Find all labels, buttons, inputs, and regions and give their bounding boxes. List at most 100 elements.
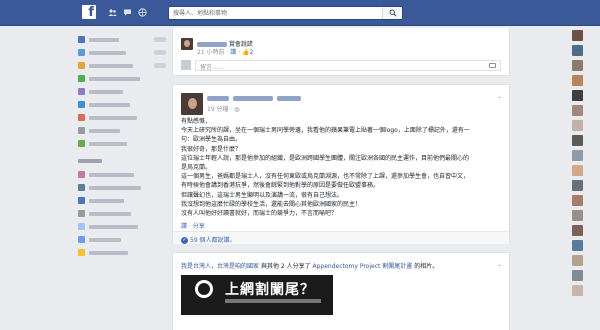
post-line: 這一個男生，爸媽都是瑞士人，沒有任何東歐或烏克蘭淵源，也不常除了上課，還參加學生… <box>181 173 470 181</box>
chevron-down-icon[interactable]: ⌄ <box>497 93 502 100</box>
chat-contact-avatar[interactable] <box>572 45 583 56</box>
sidebar-item-label <box>89 211 131 216</box>
nav-section-heading <box>78 159 102 163</box>
chat-contact-avatar[interactable] <box>572 195 583 206</box>
camera-icon[interactable] <box>489 63 496 68</box>
sidebar-item[interactable] <box>78 208 166 219</box>
comment-like-link[interactable]: 讚 <box>230 49 236 56</box>
sidebar-item-icon <box>78 236 85 243</box>
search-button[interactable] <box>382 7 402 19</box>
chat-contact-avatar[interactable] <box>572 165 583 176</box>
post-line: 這位瑞士年輕人說，那是他參加的組織，是歐洲跨國學生團體，關注歐洲各國的民主運作，… <box>181 154 470 162</box>
chat-contact-avatar[interactable] <box>572 225 583 236</box>
sidebar-item-label <box>89 224 138 229</box>
chat-contact-avatar[interactable] <box>572 210 583 221</box>
search-input[interactable] <box>169 7 379 19</box>
chat-contact-avatar[interactable] <box>572 135 583 146</box>
sidebar-item-label <box>89 115 137 120</box>
chat-contact-avatar[interactable] <box>572 240 583 251</box>
chat-contact-avatar[interactable] <box>572 270 583 281</box>
sidebar-item[interactable] <box>78 86 166 97</box>
sidebar-item[interactable] <box>78 47 166 58</box>
comment-input[interactable]: 留言…… <box>195 60 501 71</box>
sidebar-item-icon <box>78 197 85 204</box>
chat-contact-avatar[interactable] <box>572 60 583 71</box>
sidebar-item-icon <box>78 184 85 191</box>
post-time[interactable]: 19 分鐘 · ◍ <box>207 104 240 113</box>
sidebar-item-icon <box>78 62 85 69</box>
sidebar-item-icon <box>78 88 85 95</box>
shared-image[interactable]: 上網割闌尾？ <box>181 275 333 315</box>
sidebar-item-icon <box>78 210 85 217</box>
comment-card: 賞會說謊 21 小時前 · 讚 · 👍2 留言…… <box>172 28 510 76</box>
post-actions[interactable]: 讚 · 分享 <box>181 221 205 230</box>
facebook-logo[interactable]: f <box>82 5 96 19</box>
sidebar-item-count <box>154 50 166 55</box>
like-icon: ✓ <box>181 237 188 244</box>
shared-post-card: 我是台灣人，台灣是咱的國家 與其他 2 人分享了 Appendectomy Pr… <box>172 252 510 330</box>
search-icon <box>389 9 397 17</box>
sidebar-item-label <box>89 50 126 55</box>
sidebar-item-icon <box>78 223 85 230</box>
chat-contact-avatar[interactable] <box>572 150 583 161</box>
sidebar-item-icon <box>78 75 85 82</box>
post-line: 我很好奇，那是什麼？ <box>181 145 242 153</box>
sidebar-item-label <box>89 250 128 255</box>
poster-name[interactable] <box>207 95 301 102</box>
post-line: 有時候他會講到香港抗爭，然後會餘緊到他對學的原因是要做任歐盟事務。 <box>181 182 380 190</box>
sidebar-item-label <box>89 198 124 203</box>
sidebar-item[interactable] <box>78 138 166 149</box>
sidebar-item-label <box>89 76 140 81</box>
poster-avatar[interactable] <box>181 93 203 115</box>
my-avatar <box>181 60 191 70</box>
globe-icon: ◍ <box>234 106 240 113</box>
sidebar-item[interactable] <box>78 195 166 206</box>
sidebar-item[interactable] <box>78 34 166 45</box>
chat-contact-avatar[interactable] <box>572 120 583 131</box>
sidebar-item-icon <box>78 249 85 256</box>
post-line: 句：歐洲學生為自由。 <box>181 136 242 144</box>
sidebar-item[interactable] <box>78 73 166 84</box>
sidebar-item[interactable] <box>78 247 166 258</box>
sidebar-item-label <box>89 102 130 107</box>
sidebar-item-icon <box>78 49 85 56</box>
reply-row: 留言…… <box>181 60 501 71</box>
friends-icon[interactable] <box>108 8 117 17</box>
sidebar-item[interactable] <box>78 112 166 123</box>
chat-contact-avatar[interactable] <box>572 285 583 296</box>
sidebar-item-icon <box>78 114 85 121</box>
post-line: 今天上研究所的課，坐在一個瑞士男同學旁邊，我看他的蘋果筆電上貼著一個logo，上… <box>181 127 470 135</box>
chat-contact-avatar[interactable] <box>572 180 583 191</box>
sidebar-item-icon <box>78 171 85 178</box>
share-header: 我是台灣人，台灣是咱的國家 與其他 2 人分享了 Appendectomy Pr… <box>181 263 439 270</box>
sidebar-item[interactable] <box>78 60 166 71</box>
sidebar-item-label <box>89 63 133 68</box>
messages-icon[interactable] <box>123 8 132 17</box>
sharer-link[interactable]: 我是台灣人，台灣是咱的國家 <box>181 263 259 270</box>
chat-contact-avatar[interactable] <box>572 75 583 86</box>
sidebar-item[interactable] <box>78 234 166 245</box>
chevron-down-icon[interactable]: ⌄ <box>497 261 502 268</box>
post-card: 19 分鐘 · ◍ ⌄ 有點感慨， 今天上研究所的課，坐在一個瑞士男同學旁邊，我看… <box>172 84 510 244</box>
like-summary[interactable]: ✓ 59 個人都說讚。 <box>173 231 509 244</box>
sidebar-item[interactable] <box>78 169 166 180</box>
sidebar-item-count <box>154 37 166 42</box>
commenter-avatar[interactable] <box>181 38 193 50</box>
chat-contact-avatar[interactable] <box>572 90 583 101</box>
chat-sidebar <box>572 30 588 300</box>
sidebar-item[interactable] <box>78 99 166 110</box>
sidebar-item-label <box>89 37 119 42</box>
sidebar-item-label <box>89 89 123 94</box>
page-link[interactable]: Appendectomy Project 割闌尾計畫 <box>312 263 412 270</box>
sidebar-item[interactable] <box>78 125 166 136</box>
sidebar-item[interactable] <box>78 182 166 193</box>
project-logo <box>195 280 213 298</box>
sidebar-item-label <box>89 237 121 242</box>
sidebar-item[interactable] <box>78 221 166 232</box>
globe-icon[interactable] <box>138 8 147 17</box>
chat-contact-avatar[interactable] <box>572 255 583 266</box>
chat-contact-avatar[interactable] <box>572 30 583 41</box>
chat-contact-avatar[interactable] <box>572 105 583 116</box>
post-line: 有點感慨， <box>181 118 212 125</box>
sidebar-item-icon <box>78 36 85 43</box>
